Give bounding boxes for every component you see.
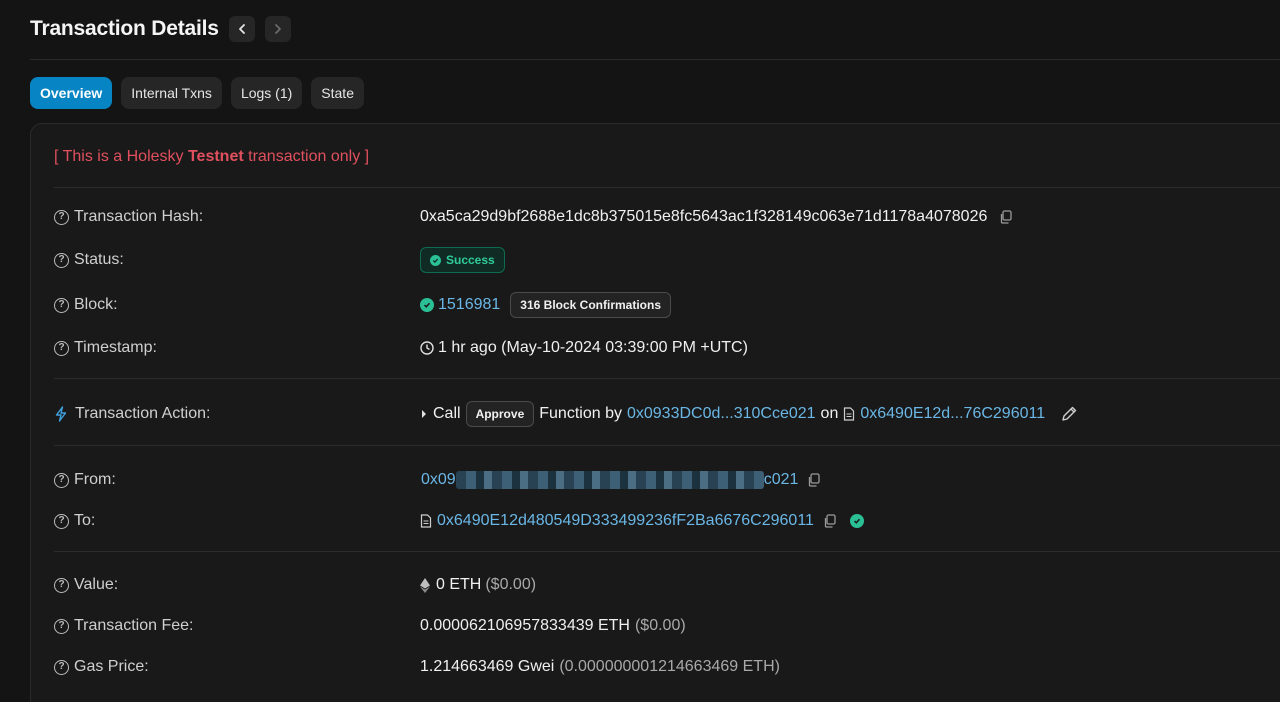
row-transaction-hash: ? Transaction Hash: 0xa5ca29d9bf2688e1dc8… [54,203,1280,231]
tab-internal-txns[interactable]: Internal Txns [121,77,222,109]
pencil-icon[interactable] [1060,405,1078,423]
divider [54,187,1280,188]
transaction-card: [ This is a Holesky Testnet transaction … [30,123,1280,702]
lightning-icon [55,406,67,422]
redacted-address [455,471,764,489]
divider [54,445,1280,446]
tab-logs[interactable]: Logs (1) [230,77,303,109]
help-icon[interactable]: ? [54,513,69,529]
label-value: Value: [74,576,119,593]
contract-address-link[interactable]: 0x6490E12d...76C296011 [860,405,1045,423]
caret-right-icon[interactable] [420,409,428,419]
label-timestamp: Timestamp: [74,339,157,356]
help-icon[interactable]: ? [54,340,69,356]
check-circle-icon [430,254,441,266]
row-transaction-fee: ? Transaction Fee: 0.000062106957833439 E… [54,612,1280,640]
notice-prefix: [ This is a Holesky [54,148,188,165]
label-transaction-action: Transaction Action: [75,405,211,422]
action-function-by: Function by [539,405,622,422]
help-icon[interactable]: ? [54,209,69,225]
divider [54,378,1280,379]
help-icon[interactable]: ? [54,659,69,675]
fee-amount: 0.000062106957833439 ETH [420,617,630,634]
block-confirmations-badge: 316 Block Confirmations [510,292,671,318]
row-timestamp: ? Timestamp: 1 hr ago (May-10-2024 03:39:… [54,334,1280,362]
previous-button[interactable] [228,16,255,42]
document-icon [844,407,855,421]
page-header: Transaction Details [30,12,291,46]
help-icon[interactable]: ? [54,252,69,268]
tab-bar: Overview Internal Txns Logs (1) State [30,77,364,109]
row-status: ? Status: Success [54,246,1280,274]
tab-state[interactable]: State [311,77,364,109]
from-address-suffix[interactable]: c021 [764,471,799,489]
divider [54,551,1280,552]
help-icon[interactable]: ? [54,618,69,634]
block-number-link[interactable]: 1516981 [438,296,500,314]
label-gas-price: Gas Price: [74,658,149,675]
verified-check-icon [849,514,864,528]
label-to: To: [74,512,96,529]
row-from: ? From: 0x09 c021 [54,466,1280,494]
header-divider [30,59,1280,60]
value-usd: ($0.00) [485,576,537,593]
to-address-link[interactable]: 0x6490E12d480549D333499236fF2Ba6676C2960… [437,512,814,530]
notice-bold: Testnet [187,148,244,165]
action-call: Call [433,405,461,422]
row-to: ? To: 0x6490E12d480549D333499236fF2Ba6676… [54,507,1280,535]
chevron-right-icon [274,24,281,34]
fee-usd: ($0.00) [634,617,686,634]
label-from: From: [74,471,116,488]
notice-suffix: transaction only ] [243,148,370,165]
label-status: Status: [74,251,124,268]
row-block: ? Block: 1516981 316 Block Confirmations [54,291,1280,319]
testnet-notice: [ This is a Holesky Testnet transaction … [54,148,369,166]
from-address-prefix[interactable]: 0x09 [421,471,456,489]
row-gas-price: ? Gas Price: 1.214663469 Gwei (0.00000000… [54,653,1280,681]
clock-icon [420,341,434,355]
caller-address-link[interactable]: 0x0933DC0d...310Cce021 [627,405,816,423]
copy-icon[interactable] [999,210,1013,224]
help-icon[interactable]: ? [54,577,69,593]
ethereum-icon [420,577,430,593]
value-amount: 0 ETH [436,576,482,593]
help-icon[interactable]: ? [54,297,69,313]
gas-price-eth: (0.000000001214663469 ETH) [559,658,780,675]
copy-icon[interactable] [807,473,821,487]
chevron-left-icon [238,24,245,34]
label-transaction-hash: Transaction Hash: [74,208,204,225]
document-icon [420,514,432,528]
check-circle-icon [420,298,434,312]
status-badge: Success [420,247,505,273]
copy-icon[interactable] [823,514,837,528]
action-on: on [820,405,839,422]
help-icon[interactable]: ? [54,472,69,488]
gas-price-amount: 1.214663469 Gwei [420,658,555,675]
status-text: Success [446,253,495,267]
tab-overview[interactable]: Overview [30,77,113,109]
label-block: Block: [74,296,118,313]
method-badge: Approve [465,401,535,427]
page-title: Transaction Details [30,17,219,40]
transaction-hash-value: 0xa5ca29d9bf2688e1dc8b375015e8fc5643ac1f… [420,208,988,225]
label-transaction-fee: Transaction Fee: [74,617,194,634]
row-transaction-action: Transaction Action: Call Approve Functio… [54,400,1280,428]
timestamp-value: 1 hr ago (May-10-2024 03:39:00 PM +UTC) [438,339,748,356]
row-value: ? Value: 0 ETH ($0.00) [54,571,1280,599]
next-button[interactable] [264,16,291,42]
